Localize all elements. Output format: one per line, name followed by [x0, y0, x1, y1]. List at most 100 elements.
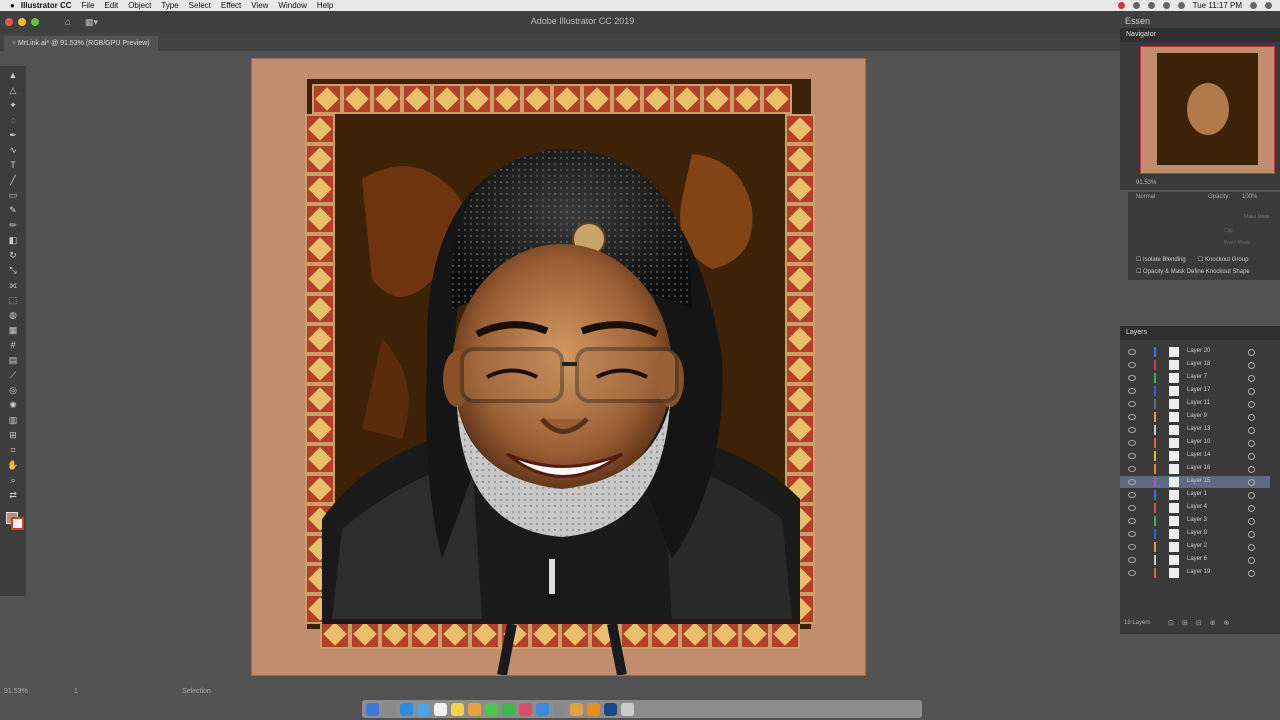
- line-tool-icon[interactable]: ╱: [7, 174, 19, 186]
- visibility-eye-icon[interactable]: [1128, 349, 1136, 355]
- lasso-tool-icon[interactable]: ◌: [7, 114, 19, 126]
- layer-name[interactable]: Layer 9: [1187, 413, 1207, 419]
- visibility-eye-icon[interactable]: [1128, 375, 1136, 381]
- layer-target-icon[interactable]: [1248, 414, 1255, 421]
- layer-target-icon[interactable]: [1248, 570, 1255, 577]
- paintbrush-tool-icon[interactable]: ✎: [7, 204, 19, 216]
- clock[interactable]: Tue 11:17 PM: [1193, 1, 1242, 10]
- safari-icon[interactable]: [400, 702, 413, 716]
- visibility-eye-icon[interactable]: [1128, 531, 1136, 537]
- layer-name[interactable]: Layer 13: [1187, 426, 1210, 432]
- layer-row[interactable]: Layer 6: [1120, 554, 1270, 566]
- visibility-eye-icon[interactable]: [1128, 401, 1136, 407]
- blend-mode-select[interactable]: Normal: [1136, 194, 1155, 200]
- layer-name[interactable]: Layer 14: [1187, 452, 1210, 458]
- layer-row[interactable]: Layer 10: [1120, 437, 1270, 449]
- zoom-tool-icon[interactable]: ⌕: [7, 474, 19, 486]
- magic-wand-tool-icon[interactable]: ✦: [7, 99, 19, 111]
- layer-target-icon[interactable]: [1248, 349, 1255, 356]
- finder-icon[interactable]: [366, 702, 379, 716]
- artboard[interactable]: [251, 58, 866, 676]
- facetime-icon[interactable]: [502, 702, 515, 716]
- direct-selection-tool-icon[interactable]: △: [7, 84, 19, 96]
- launchpad-icon[interactable]: [383, 702, 396, 716]
- layer-target-icon[interactable]: [1248, 388, 1255, 395]
- layer-name[interactable]: Layer 20: [1187, 348, 1210, 354]
- swap-colors-icon[interactable]: ⇄: [7, 489, 19, 501]
- appstore-icon[interactable]: [536, 702, 549, 716]
- selection-tool-icon[interactable]: ▲: [7, 69, 19, 81]
- scale-tool-icon[interactable]: ⤡: [7, 264, 19, 276]
- artboard-number[interactable]: 1: [74, 688, 78, 695]
- menu-effect[interactable]: Effect: [221, 1, 241, 10]
- layer-target-icon[interactable]: [1248, 505, 1255, 512]
- calendar-icon[interactable]: [434, 702, 447, 716]
- layer-row[interactable]: Layer 18: [1120, 359, 1270, 371]
- isolate-blending-checkbox[interactable]: ☐ Isolate Blending: [1136, 256, 1186, 263]
- symbol-sprayer-tool-icon[interactable]: ✺: [7, 399, 19, 411]
- chrome-icon[interactable]: [570, 702, 583, 716]
- layers-title[interactable]: Layers: [1120, 326, 1280, 340]
- navigator-thumbnail[interactable]: [1140, 46, 1275, 174]
- layer-row[interactable]: Layer 7: [1120, 372, 1270, 384]
- type-tool-icon[interactable]: T: [7, 159, 19, 171]
- layer-target-icon[interactable]: [1248, 479, 1255, 486]
- visibility-eye-icon[interactable]: [1128, 544, 1136, 550]
- visibility-eye-icon[interactable]: [1128, 453, 1136, 459]
- messages-icon[interactable]: [485, 702, 498, 716]
- visibility-eye-icon[interactable]: [1128, 427, 1136, 433]
- gradient-tool-icon[interactable]: ▤: [7, 354, 19, 366]
- visibility-eye-icon[interactable]: [1128, 414, 1136, 420]
- layer-name[interactable]: Layer 6: [1187, 556, 1207, 562]
- search-icon[interactable]: [1250, 2, 1257, 9]
- menu-type[interactable]: Type: [161, 1, 178, 10]
- workspace-essentials[interactable]: Essen: [1125, 16, 1150, 26]
- music-icon[interactable]: [519, 702, 532, 716]
- menu-help[interactable]: Help: [317, 1, 333, 10]
- graph-tool-icon[interactable]: ▥: [7, 414, 19, 426]
- trash-icon[interactable]: [621, 702, 634, 716]
- make-mask-button[interactable]: Make Mask: [1244, 214, 1270, 220]
- layer-target-icon[interactable]: [1248, 466, 1255, 473]
- wifi-icon[interactable]: [1162, 2, 1170, 9]
- photoshop-icon[interactable]: [604, 702, 617, 716]
- layer-name[interactable]: Layer 11: [1187, 400, 1210, 406]
- layer-target-icon[interactable]: [1248, 362, 1255, 369]
- visibility-eye-icon[interactable]: [1128, 479, 1136, 485]
- visibility-eye-icon[interactable]: [1128, 492, 1136, 498]
- layer-target-icon[interactable]: [1248, 427, 1255, 434]
- pencil-tool-icon[interactable]: ✏: [7, 219, 19, 231]
- layer-name[interactable]: Layer 3: [1187, 517, 1207, 523]
- eyedropper-tool-icon[interactable]: ⟋: [7, 369, 19, 381]
- layer-row[interactable]: Layer 13: [1120, 424, 1270, 436]
- pen-tool-icon[interactable]: ✒: [7, 129, 19, 141]
- perspective-grid-tool-icon[interactable]: ▦: [7, 324, 19, 336]
- status-icon[interactable]: [1117, 2, 1125, 9]
- visibility-eye-icon[interactable]: [1128, 518, 1136, 524]
- layer-row[interactable]: Layer 1: [1120, 489, 1270, 501]
- mail-icon[interactable]: [417, 702, 430, 716]
- shape-builder-tool-icon[interactable]: ◍: [7, 309, 19, 321]
- layer-row[interactable]: Layer 16: [1120, 463, 1270, 475]
- layer-target-icon[interactable]: [1248, 492, 1255, 499]
- hand-tool-icon[interactable]: ✋: [7, 459, 19, 471]
- layer-row[interactable]: Layer 8: [1120, 528, 1270, 540]
- mesh-tool-icon[interactable]: #: [7, 339, 19, 351]
- eraser-tool-icon[interactable]: ◧: [7, 234, 19, 246]
- blend-tool-icon[interactable]: ◎: [7, 384, 19, 396]
- curvature-tool-icon[interactable]: ∿: [7, 144, 19, 156]
- layer-name[interactable]: Layer 18: [1187, 361, 1210, 367]
- layer-row[interactable]: Layer 2: [1120, 541, 1270, 553]
- knockout-group-checkbox[interactable]: ☐ Knockout Group: [1198, 256, 1248, 263]
- navigator-title[interactable]: Navigator: [1120, 28, 1280, 42]
- layer-row[interactable]: Layer 3: [1120, 515, 1270, 527]
- layer-name[interactable]: Layer 19: [1187, 569, 1210, 575]
- fill-stroke-swatches[interactable]: [6, 512, 24, 530]
- layer-target-icon[interactable]: [1248, 440, 1255, 447]
- layer-target-icon[interactable]: [1248, 401, 1255, 408]
- settings-icon[interactable]: [553, 702, 566, 716]
- document-tab[interactable]: × MrLink.ai* @ 91.53% (RGB/GPU Preview): [4, 36, 158, 51]
- layer-name[interactable]: Layer 16: [1187, 465, 1210, 471]
- layer-row[interactable]: Layer 4: [1120, 502, 1270, 514]
- apple-icon[interactable]: ●: [10, 1, 15, 10]
